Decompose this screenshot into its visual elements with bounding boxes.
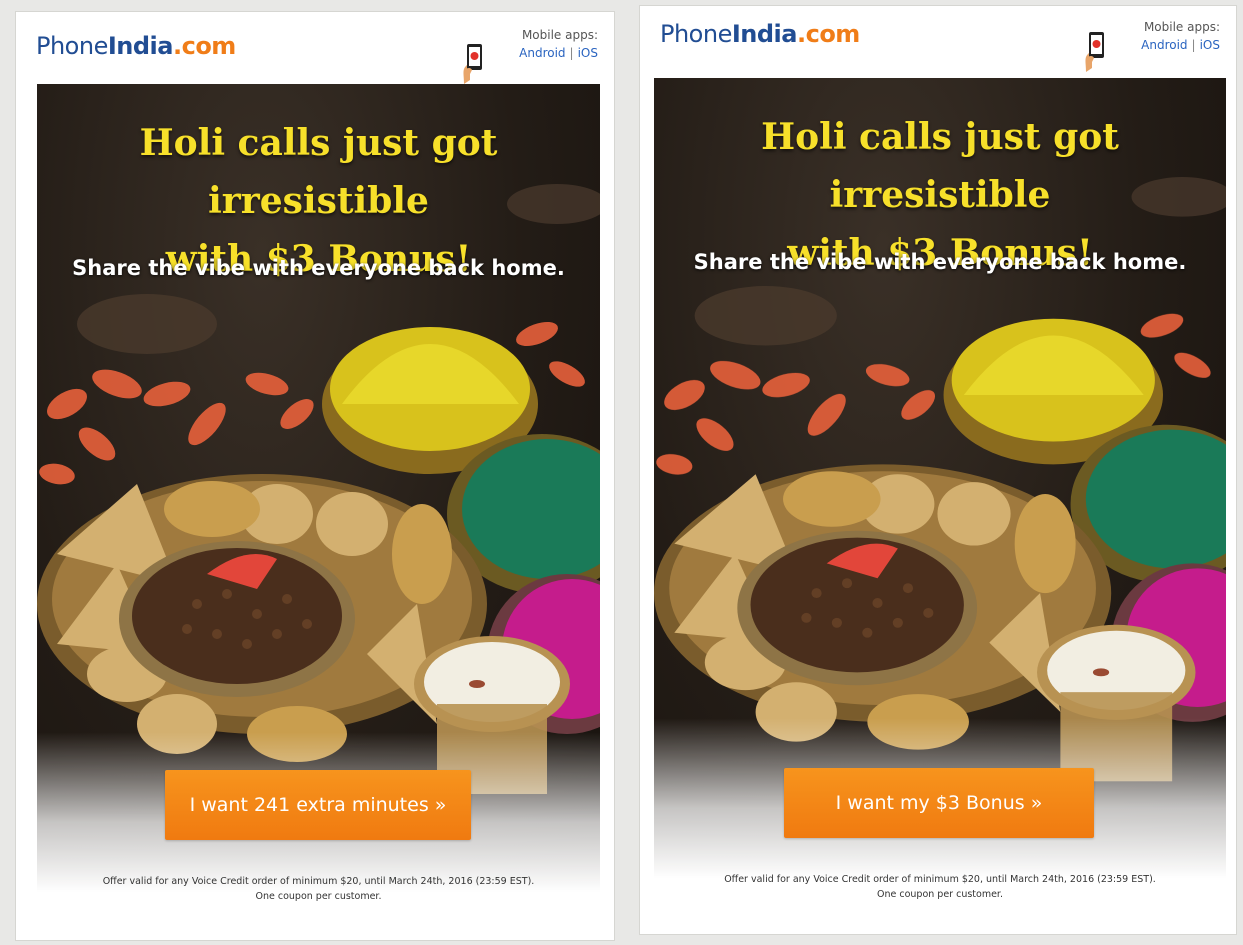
mobile-apps-block: Mobile apps: Android | iOS [1141,20,1220,52]
offer-terms-line-2: One coupon per customer. [877,889,1003,900]
hand-holding-phone-icon [463,44,482,84]
email-header: PhoneIndia.com Mobile apps: Android | iOS [640,6,1236,78]
subheadline: Share the vibe with everyone back home. [72,256,565,280]
logo-text-phone: Phone [660,20,732,48]
ios-app-link[interactable]: iOS [578,46,598,60]
ios-app-link[interactable]: iOS [1200,38,1220,52]
phoneindia-logo[interactable]: PhoneIndia.com [660,20,860,48]
email-header: PhoneIndia.com Mobile apps: Android | iOS [16,12,614,84]
android-app-link[interactable]: Android [519,46,565,60]
offer-terms: Offer valid for any Voice Credit order o… [654,872,1226,902]
link-separator: | [569,46,574,60]
logo-text-phone: Phone [36,32,108,60]
email-variant-a: PhoneIndia.com Mobile apps: Android | iOS [16,12,614,940]
mobile-apps-label: Mobile apps: [1143,20,1220,34]
mobile-apps-label: Mobile apps: [521,28,598,42]
hero-banner: Holi calls just got irresistible with $3… [654,78,1226,918]
hand-holding-phone-icon [1085,32,1104,72]
link-separator: | [1191,38,1196,52]
email-variant-b: PhoneIndia.com Mobile apps: Android | iOS [640,6,1236,934]
logo-text-tld: .com [796,20,860,48]
subheadline: Share the vibe with everyone back home. [693,250,1187,274]
logo-text-india: India [731,20,798,48]
logo-text-india: India [107,32,174,60]
headline-line-1: Holi calls just got irresistible [761,116,1119,216]
phoneindia-logo[interactable]: PhoneIndia.com [36,32,236,60]
offer-terms-line-2: One coupon per customer. [255,891,382,902]
cta-bonus-button[interactable]: I want my $3 Bonus » [784,768,1094,838]
mobile-apps-block: Mobile apps: Android | iOS [519,28,598,60]
hero-banner: Holi calls just got irresistible with $3… [37,84,600,932]
offer-terms-line-1: Offer valid for any Voice Credit order o… [102,876,535,887]
offer-terms-line-1: Offer valid for any Voice Credit order o… [724,874,1156,885]
android-app-link[interactable]: Android [1141,38,1187,52]
headline-line-1: Holi calls just got irresistible [139,122,498,222]
logo-text-tld: .com [172,32,236,60]
offer-terms: Offer valid for any Voice Credit order o… [37,874,600,904]
cta-extra-minutes-button[interactable]: I want 241 extra minutes » [165,770,471,840]
